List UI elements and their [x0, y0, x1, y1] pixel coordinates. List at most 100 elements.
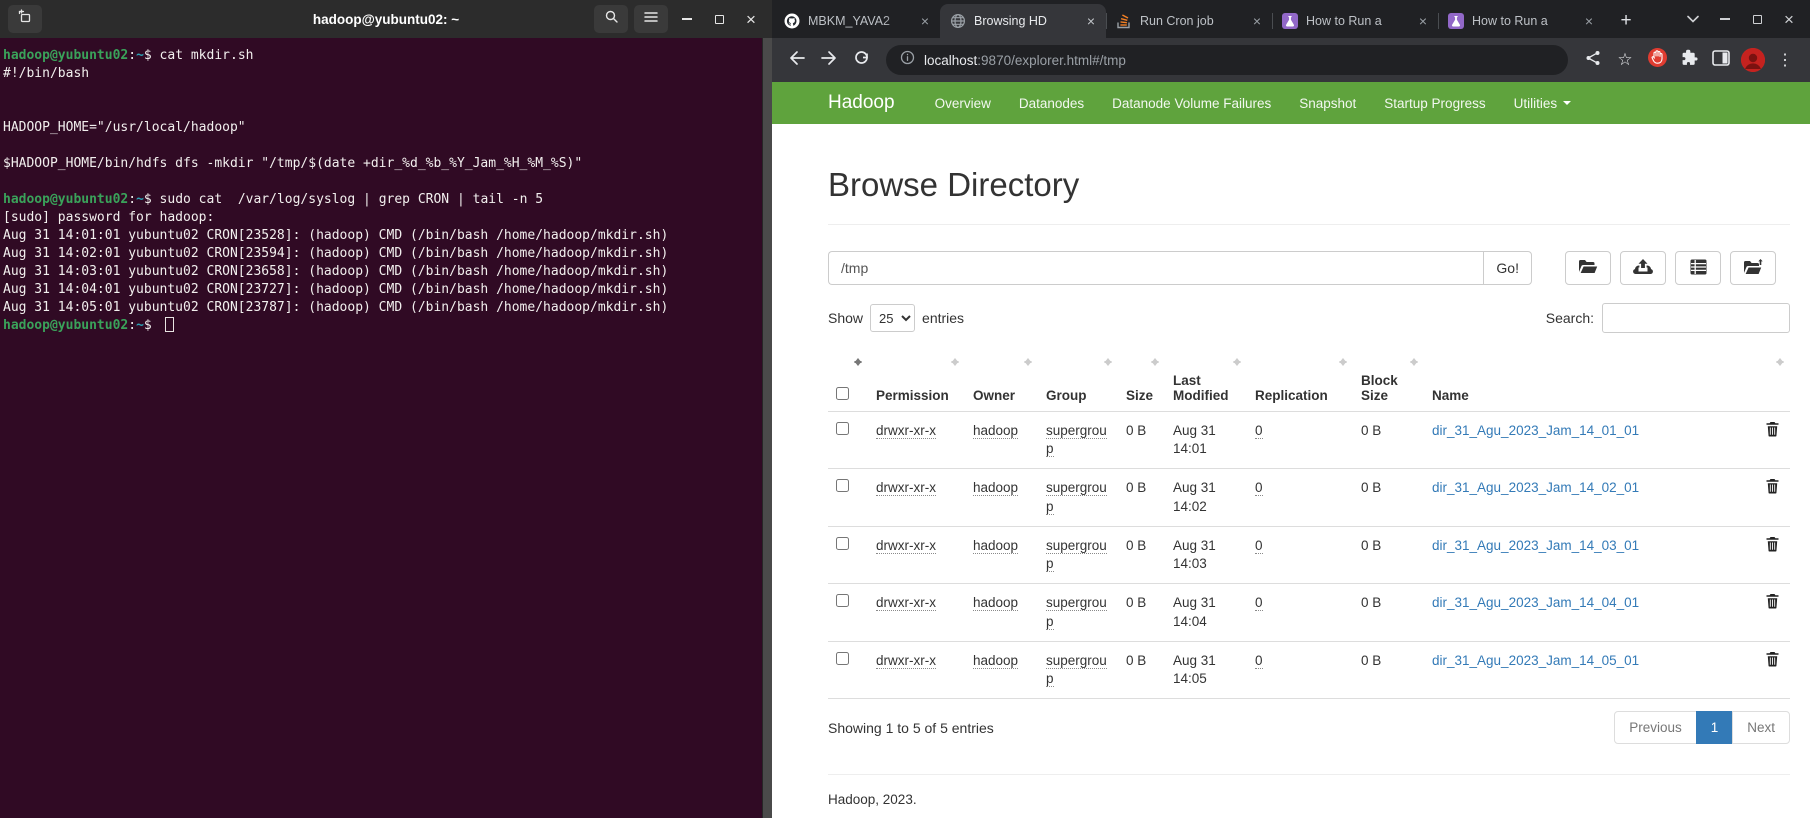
sort-icon[interactable] — [1104, 354, 1113, 370]
tab-close-button[interactable]: × — [916, 12, 934, 30]
bookmark-button[interactable]: ☆ — [1610, 45, 1640, 75]
forward-button[interactable] — [814, 45, 844, 75]
tab-close-button[interactable]: × — [1082, 12, 1100, 30]
tab-close-button[interactable]: × — [1414, 12, 1432, 30]
directory-link[interactable]: dir_31_Agu_2023_Jam_14_03_01 — [1432, 538, 1639, 553]
terminal-minimize-button[interactable] — [674, 5, 700, 33]
owner-editable[interactable]: hadoop — [973, 537, 1019, 554]
owner-editable[interactable]: hadoop — [973, 423, 1019, 439]
permission-editable[interactable]: drwxr-xr-x — [876, 480, 936, 497]
group-editable[interactable]: supergroup — [1046, 423, 1107, 458]
trash-icon[interactable] — [1766, 422, 1779, 442]
extensions-button[interactable] — [1674, 45, 1704, 75]
trash-icon[interactable] — [1766, 479, 1779, 499]
permission-editable[interactable]: drwxr-xr-x — [876, 537, 936, 554]
browser-tab-1[interactable]: MBKM_YAVA2 × — [774, 4, 940, 38]
permission-editable[interactable]: drwxr-xr-x — [876, 652, 936, 669]
terminal-close-button[interactable]: × — [738, 5, 764, 33]
group-editable[interactable]: supergroup — [1046, 652, 1107, 687]
terminal-maximize-button[interactable] — [706, 5, 732, 33]
terminal-screen[interactable]: hadoop@yubuntu02:~$ cat mkdir.sh #!/bin/b… — [0, 38, 772, 818]
nav-item-snapshot[interactable]: Snapshot — [1285, 82, 1370, 124]
sort-icon[interactable] — [1410, 354, 1419, 370]
permission-editable[interactable]: drwxr-xr-x — [876, 423, 936, 439]
terminal-menu-button[interactable] — [634, 5, 668, 33]
permission-editable[interactable]: drwxr-xr-x — [876, 595, 936, 612]
reload-button[interactable] — [846, 45, 876, 75]
owner-editable[interactable]: hadoop — [973, 480, 1019, 497]
terminal-search-button[interactable] — [594, 5, 628, 33]
nav-item-startup-progress[interactable]: Startup Progress — [1370, 82, 1499, 124]
replication-editable[interactable]: 0 — [1255, 652, 1263, 669]
share-button[interactable] — [1578, 45, 1608, 75]
replication-editable[interactable]: 0 — [1255, 537, 1263, 554]
browser-maximize-button[interactable] — [1742, 5, 1772, 33]
upload-file-button[interactable] — [1620, 251, 1666, 285]
table-search-input[interactable] — [1602, 303, 1790, 333]
browser-minimize-button[interactable] — [1710, 5, 1740, 33]
side-panel-button[interactable] — [1706, 45, 1736, 75]
nav-item-overview[interactable]: Overview — [921, 82, 1005, 124]
directory-link[interactable]: dir_31_Agu_2023_Jam_14_02_01 — [1432, 480, 1639, 495]
nav-item-datanodes[interactable]: Datanodes — [1005, 82, 1098, 124]
group-editable[interactable]: supergroup — [1046, 595, 1107, 630]
terminal-scrollbar[interactable] — [762, 38, 772, 818]
browser-close-button[interactable]: × — [1774, 5, 1804, 33]
sort-icon[interactable] — [854, 354, 863, 370]
row-checkbox[interactable] — [836, 479, 849, 493]
browser-tab-5[interactable]: How to Run a × — [1438, 4, 1604, 38]
back-button[interactable] — [782, 45, 812, 75]
replication-editable[interactable]: 0 — [1255, 423, 1263, 439]
directory-link[interactable]: dir_31_Agu_2023_Jam_14_01_01 — [1432, 423, 1639, 438]
browser-tab-3[interactable]: Run Cron job × — [1106, 4, 1272, 38]
profile-button[interactable] — [1738, 45, 1768, 75]
directory-link[interactable]: dir_31_Agu_2023_Jam_14_05_01 — [1432, 653, 1639, 668]
sort-icon[interactable] — [1339, 354, 1348, 370]
sort-icon[interactable] — [951, 354, 960, 370]
replication-editable[interactable]: 0 — [1255, 595, 1263, 612]
cut-paste-button[interactable] — [1565, 251, 1611, 285]
column-header-last-modified[interactable]: Last Modified — [1165, 347, 1247, 412]
create-directory-button[interactable] — [1730, 251, 1776, 285]
owner-editable[interactable]: hadoop — [973, 595, 1019, 612]
sort-icon[interactable] — [1776, 354, 1785, 370]
trash-icon[interactable] — [1766, 536, 1779, 557]
column-header-size[interactable]: Size — [1118, 347, 1165, 412]
set-quota-button[interactable] — [1675, 251, 1721, 285]
terminal-new-tab-button[interactable] — [8, 5, 42, 33]
replication-editable[interactable]: 0 — [1255, 480, 1263, 497]
tab-close-button[interactable]: × — [1580, 12, 1598, 30]
browser-new-tab-button[interactable]: + — [1612, 7, 1640, 35]
browser-menu-button[interactable]: ⋮ — [1770, 45, 1800, 75]
nav-item-datanode-volume-failures[interactable]: Datanode Volume Failures — [1098, 82, 1285, 124]
column-header-block-size[interactable]: Block Size — [1353, 347, 1424, 412]
column-header-select[interactable] — [828, 347, 868, 412]
nav-utilities-dropdown[interactable]: Utilities — [1500, 82, 1586, 124]
go-button[interactable]: Go! — [1483, 251, 1532, 285]
trash-icon[interactable] — [1766, 651, 1779, 672]
group-editable[interactable]: supergroup — [1046, 537, 1107, 573]
tab-close-button[interactable]: × — [1248, 12, 1266, 30]
column-header-replication[interactable]: Replication — [1247, 347, 1353, 412]
column-header-owner[interactable]: Owner — [965, 347, 1038, 412]
browser-tab-2[interactable]: Browsing HD × — [940, 4, 1106, 38]
sort-icon[interactable] — [1024, 354, 1033, 370]
group-editable[interactable]: supergroup — [1046, 480, 1107, 515]
sort-icon[interactable] — [1233, 354, 1242, 370]
url-bar[interactable]: localhost:9870/explorer.html#/tmp — [886, 45, 1568, 75]
column-header-permission[interactable]: Permission — [868, 347, 965, 412]
row-checkbox[interactable] — [836, 422, 849, 435]
trash-icon[interactable] — [1766, 594, 1779, 614]
browser-tab-4[interactable]: How to Run a × — [1272, 4, 1438, 38]
column-header-group[interactable]: Group — [1038, 347, 1118, 412]
previous-page-button[interactable]: Previous — [1614, 711, 1697, 745]
row-checkbox[interactable] — [836, 651, 849, 665]
next-page-button[interactable]: Next — [1732, 711, 1790, 745]
row-checkbox[interactable] — [836, 536, 849, 550]
row-checkbox[interactable] — [836, 594, 849, 608]
owner-editable[interactable]: hadoop — [973, 652, 1019, 669]
hadoop-brand[interactable]: Hadoop — [828, 92, 895, 114]
adblock-extension-button[interactable] — [1642, 45, 1672, 75]
select-all-checkbox[interactable] — [836, 387, 849, 400]
page-size-select[interactable]: 25 — [870, 304, 916, 332]
